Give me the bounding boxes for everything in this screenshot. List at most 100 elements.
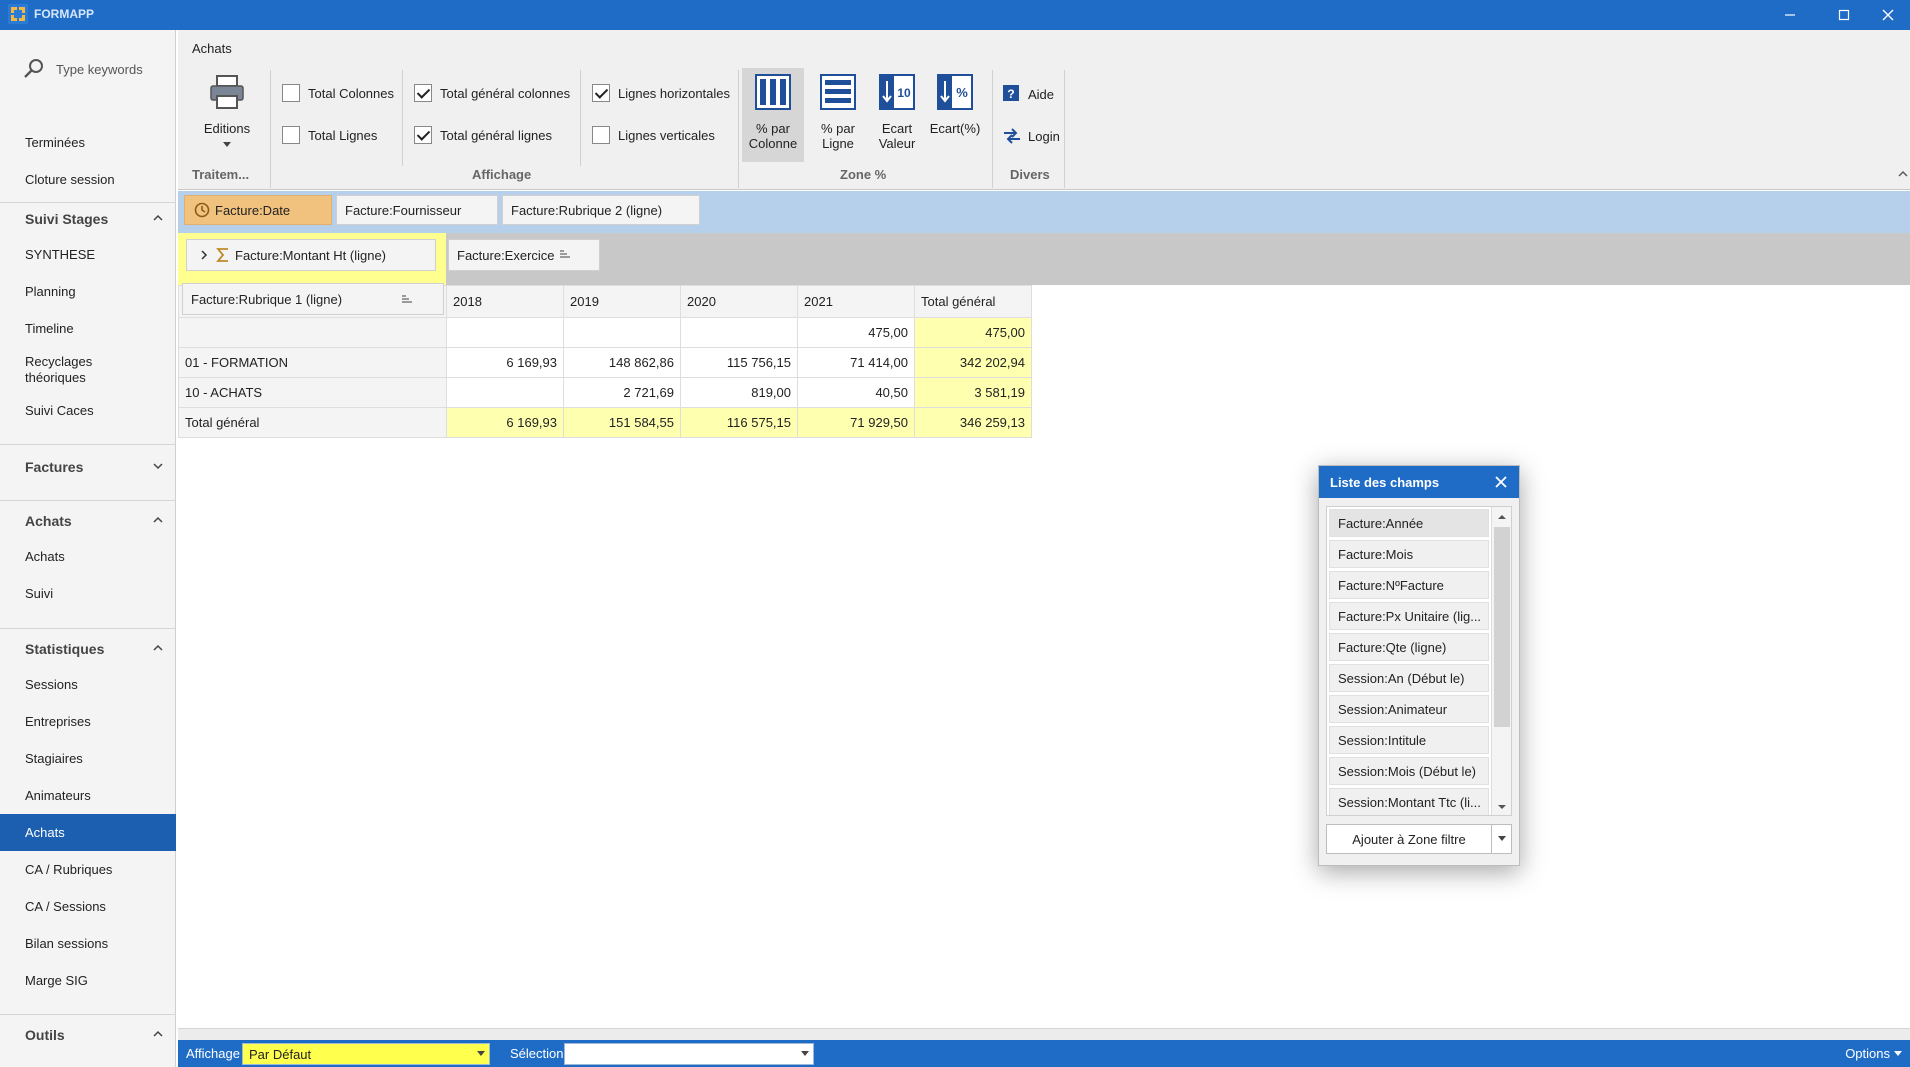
- table-row: 475,00 475,00: [178, 317, 1032, 348]
- filter-field-facture-date[interactable]: Facture:Date: [184, 195, 332, 225]
- scroll-thumb[interactable]: [1494, 527, 1510, 727]
- list-item[interactable]: Session:An (Début le): [1329, 664, 1489, 692]
- list-item[interactable]: Facture:Mois: [1329, 540, 1489, 568]
- list-item[interactable]: Session:Animateur: [1329, 695, 1489, 723]
- grand-total-row: Total général 6 169,93 151 584,55 116 57…: [178, 407, 1032, 438]
- list-item[interactable]: Facture:Px Unitaire (lig...: [1329, 602, 1489, 630]
- column-header[interactable]: 2021: [797, 285, 915, 318]
- maximize-button[interactable]: [1822, 0, 1866, 30]
- filter-field-facture-rubrique-2[interactable]: Facture:Rubrique 2 (ligne): [502, 195, 700, 225]
- chevron-right-icon: [201, 250, 208, 260]
- sidebar-item-planning[interactable]: Planning: [0, 273, 176, 310]
- value-cell: 148 862,86: [563, 347, 681, 378]
- sidebar-divider: [0, 202, 176, 203]
- list-item[interactable]: Facture:Qte (ligne): [1329, 633, 1489, 661]
- chevron-up-icon: [153, 516, 163, 523]
- list-item[interactable]: Session:Mois (Début le): [1329, 757, 1489, 785]
- sidebar-divider: [0, 1014, 176, 1015]
- field-list: Facture:Année Facture:Mois Facture:NºFac…: [1326, 506, 1512, 816]
- sidebar-item-entreprises[interactable]: Entreprises: [0, 703, 176, 740]
- data-field-montant-ht[interactable]: Facture:Montant Ht (ligne): [186, 239, 436, 271]
- check-lignes-verticales[interactable]: Lignes verticales: [592, 126, 715, 144]
- data-area: Facture:Montant Ht (ligne): [178, 233, 446, 285]
- check-lignes-horizontales[interactable]: Lignes horizontales: [592, 84, 730, 102]
- list-item[interactable]: Session:Montant Ttc (li...: [1329, 788, 1489, 815]
- login-button[interactable]: Login: [1002, 126, 1060, 146]
- close-icon[interactable]: [1493, 474, 1509, 490]
- column-header[interactable]: 2018: [446, 285, 564, 318]
- check-total-general-colonnes[interactable]: Total général colonnes: [414, 84, 570, 102]
- options-menu[interactable]: Options: [1845, 1046, 1902, 1061]
- selection-select[interactable]: [564, 1043, 814, 1065]
- sidebar-item-terminees[interactable]: Terminées: [0, 124, 176, 161]
- sidebar-item-stats-achats[interactable]: Achats: [0, 814, 176, 851]
- close-icon: [1882, 9, 1894, 21]
- sidebar-item-animateurs[interactable]: Animateurs: [0, 777, 176, 814]
- sidebar-section-suivi-stages[interactable]: Suivi Stages: [0, 204, 176, 234]
- group-label-affichage: Affichage: [472, 167, 532, 182]
- column-field-facture-exercice[interactable]: Facture:Exercice: [448, 239, 600, 271]
- value-cell: 115 756,15: [680, 347, 798, 378]
- sidebar-item-marge-sig[interactable]: Marge SIG: [0, 962, 176, 999]
- row-label: Total général: [178, 407, 447, 438]
- checkbox[interactable]: [282, 126, 300, 144]
- table-row: 01 - FORMATION 6 169,93 148 862,86 115 7…: [178, 347, 1032, 378]
- editions-button[interactable]: Editions: [192, 72, 262, 160]
- filter-field-facture-fournisseur[interactable]: Facture:Fournisseur: [336, 195, 498, 225]
- scroll-up-icon[interactable]: [1492, 509, 1512, 525]
- sidebar-item-cloture-session[interactable]: Cloture session: [0, 161, 176, 198]
- field-list-scrollbar[interactable]: [1491, 507, 1512, 815]
- sidebar-section-factures[interactable]: Factures: [0, 452, 176, 482]
- aide-button[interactable]: ? Aide: [1002, 84, 1054, 104]
- sidebar-item-stagiaires[interactable]: Stagiaires: [0, 740, 176, 777]
- sidebar-section-outils[interactable]: Outils: [0, 1020, 176, 1050]
- list-item[interactable]: Facture:Année: [1329, 509, 1489, 537]
- sidebar-item-suivi-caces[interactable]: Suivi Caces: [0, 392, 176, 429]
- column-header[interactable]: 2020: [680, 285, 798, 318]
- list-item[interactable]: Session:Intitule: [1329, 726, 1489, 754]
- sidebar-item-ca-sessions[interactable]: CA / Sessions: [0, 888, 176, 925]
- scroll-down-icon[interactable]: [1492, 799, 1512, 815]
- sort-icon: [402, 295, 412, 303]
- check-total-lignes[interactable]: Total Lignes: [282, 126, 377, 144]
- pct-par-ligne-button[interactable]: % par Ligne: [808, 68, 868, 162]
- sidebar-item-bilan-sessions[interactable]: Bilan sessions: [0, 925, 176, 962]
- close-window-button[interactable]: [1866, 0, 1910, 30]
- caret-down-icon: [223, 142, 231, 147]
- ribbon-tab-achats[interactable]: Achats: [192, 41, 232, 56]
- add-to-filter-zone-button[interactable]: Ajouter à Zone filtre: [1326, 824, 1512, 854]
- column-header-total[interactable]: Total général: [914, 285, 1032, 318]
- sidebar-item-sessions[interactable]: Sessions: [0, 666, 176, 703]
- pct-par-colonne-button[interactable]: % par Colonne: [742, 68, 804, 162]
- check-total-general-lignes[interactable]: Total général lignes: [414, 126, 552, 144]
- ecart-valeur-button[interactable]: 10 Ecart Valeur: [868, 68, 926, 162]
- sidebar-item-ca-rubriques[interactable]: CA / Rubriques: [0, 851, 176, 888]
- collapse-ribbon-icon[interactable]: [1898, 170, 1908, 178]
- sidebar-section-achats[interactable]: Achats: [0, 506, 176, 536]
- value-cell: [446, 317, 564, 348]
- sidebar-item-synthese[interactable]: SYNTHESE: [0, 236, 176, 273]
- total-cell: 151 584,55: [563, 407, 681, 438]
- row-field-facture-rubrique-1[interactable]: Facture:Rubrique 1 (ligne): [182, 283, 444, 315]
- add-dropdown-button[interactable]: [1491, 825, 1511, 853]
- field-list-header[interactable]: Liste des champs: [1319, 466, 1519, 498]
- affichage-select[interactable]: Par Défaut: [242, 1043, 490, 1065]
- sidebar-section-statistiques[interactable]: Statistiques: [0, 634, 176, 664]
- column-header[interactable]: 2019: [563, 285, 681, 318]
- checkbox[interactable]: [592, 126, 610, 144]
- list-item[interactable]: Facture:NºFacture: [1329, 571, 1489, 599]
- ecart-pct-button[interactable]: % Ecart(%): [926, 68, 984, 162]
- minimize-button[interactable]: [1768, 0, 1812, 30]
- sidebar-item-achats[interactable]: Achats: [0, 538, 176, 575]
- checkbox[interactable]: [282, 84, 300, 102]
- check-total-colonnes[interactable]: Total Colonnes: [282, 84, 394, 102]
- sidebar-item-suivi[interactable]: Suivi: [0, 575, 176, 612]
- sidebar-item-timeline[interactable]: Timeline: [0, 310, 176, 347]
- sidebar-item-recyclages[interactable]: Recyclages théoriques: [0, 348, 176, 392]
- table-row: 10 - ACHATS 2 721,69 819,00 40,50 3 581,…: [178, 377, 1032, 408]
- checkbox-checked[interactable]: [414, 126, 432, 144]
- sidebar-search[interactable]: Type keywords: [22, 54, 172, 84]
- checkbox-checked[interactable]: [592, 84, 610, 102]
- checkbox-checked[interactable]: [414, 84, 432, 102]
- value-cell: [680, 317, 798, 348]
